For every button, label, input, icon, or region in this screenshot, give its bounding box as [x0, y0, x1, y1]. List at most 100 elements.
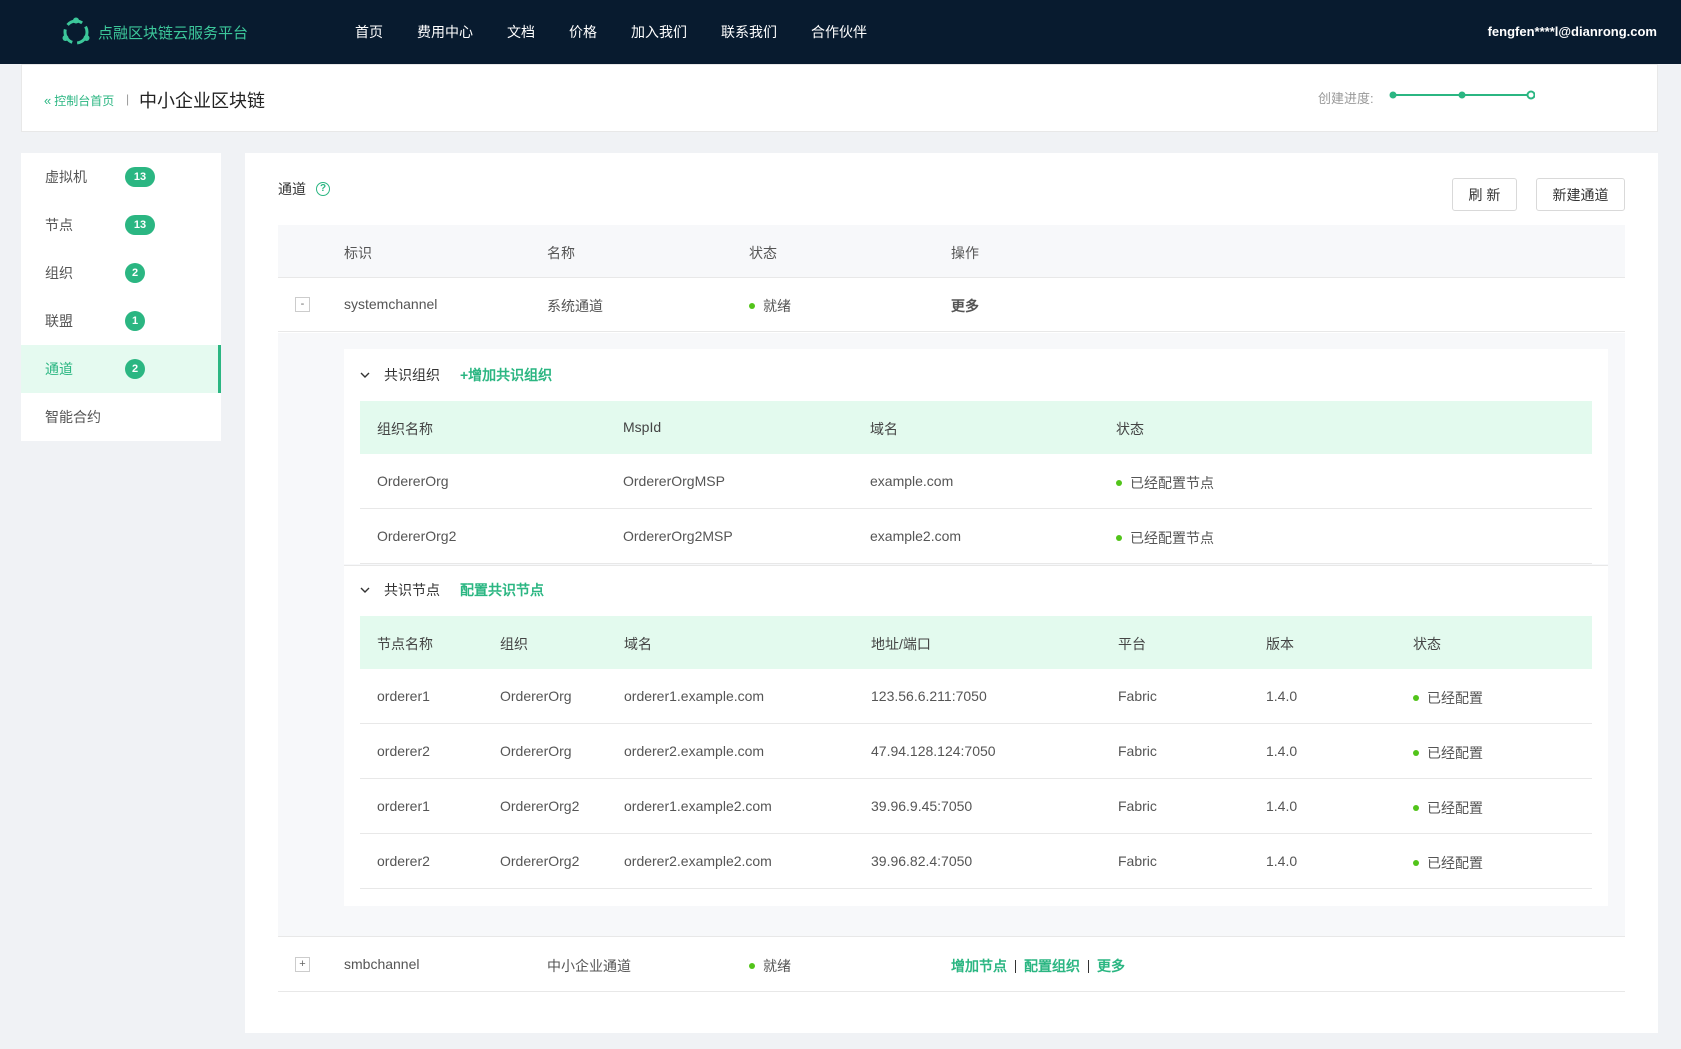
node-platform: Fabric	[1118, 743, 1157, 759]
channel-name: 中小企业通道	[547, 958, 631, 974]
refresh-button[interactable]: 刷 新	[1452, 178, 1517, 211]
consensus-orgs-table-header: 组织名称 MspId 域名 状态	[360, 401, 1592, 454]
status-dot-icon	[1413, 805, 1419, 812]
status-dot-icon	[1413, 750, 1419, 757]
status-dot-icon	[749, 963, 755, 970]
action-divider	[1015, 959, 1016, 973]
status-text: 已经配置	[1427, 745, 1483, 761]
user-account[interactable]: fengfen****l@dianrong.com	[1488, 24, 1657, 39]
org-msp-id: OrdererOrg2MSP	[623, 528, 733, 544]
sidebar-item-smart-contracts[interactable]: 智能合约	[21, 393, 221, 441]
nav-docs[interactable]: 文档	[507, 22, 535, 42]
node-org: OrdererOrg2	[500, 798, 580, 814]
column-header-id: 标识	[344, 245, 372, 261]
consensus-nodes-title: 共识节点 配置共识节点	[360, 580, 544, 600]
node-address: 47.94.128.124:7050	[871, 743, 996, 759]
channel-table-header: 标识 名称 状态 操作	[278, 225, 1625, 278]
section-title-text: 通道	[278, 181, 306, 197]
more-link[interactable]: 更多	[951, 296, 979, 316]
nav-join-us[interactable]: 加入我们	[631, 22, 687, 42]
configure-org-link[interactable]: 配置组织	[1024, 958, 1080, 974]
channels-panel: 通道 ? 刷 新 新建通道 标识 名称 状态 操作 - systemchanne…	[245, 153, 1658, 1033]
node-address: 39.96.9.45:7050	[871, 798, 973, 814]
expand-toggle[interactable]: +	[295, 957, 310, 972]
sidebar-item-orgs[interactable]: 组织 2	[21, 249, 221, 297]
configure-consensus-nodes-link[interactable]: 配置共识节点	[460, 580, 544, 600]
progress-step-1	[1389, 91, 1397, 99]
node-name: orderer1	[377, 688, 430, 704]
nav-billing[interactable]: 费用中心	[417, 22, 473, 42]
column-header-platform: 平台	[1118, 636, 1146, 652]
nav-contact[interactable]: 联系我们	[721, 22, 777, 42]
status-text: 已经配置	[1427, 690, 1483, 706]
more-link[interactable]: 更多	[1097, 958, 1125, 974]
sidebar-item-label: 节点	[45, 217, 73, 233]
org-domain: example2.com	[870, 528, 962, 544]
add-consensus-org-link[interactable]: +增加共识组织	[460, 365, 552, 385]
node-org: OrdererOrg	[500, 743, 572, 759]
table-row: orderer2 OrdererOrg orderer2.example.com…	[360, 724, 1592, 779]
channel-details: 共识组织 +增加共识组织 组织名称 MspId 域名 状态 OrdererOrg…	[278, 333, 1625, 937]
node-domain: orderer1.example2.com	[624, 798, 772, 814]
breadcrumb-home-label: 控制台首页	[54, 94, 115, 108]
main-nav: 首页 费用中心 文档 价格 加入我们 联系我们 合作伙伴	[355, 0, 901, 64]
chevron-down-icon[interactable]	[360, 585, 370, 595]
column-header-actions: 操作	[951, 245, 979, 261]
breadcrumb-separator: |	[126, 92, 130, 106]
brand-logo[interactable]: 点融区块链云服务平台	[60, 16, 248, 48]
table-row: orderer1 OrdererOrg orderer1.example.com…	[360, 669, 1592, 724]
node-domain: orderer1.example.com	[624, 688, 765, 704]
add-node-link[interactable]: 增加节点	[951, 958, 1007, 974]
sidebar-item-label: 虚拟机	[45, 169, 87, 185]
channel-id: smbchannel	[344, 956, 420, 972]
breadcrumb-back-link[interactable]: « 控制台首页	[44, 92, 114, 109]
node-status: 已经配置	[1413, 688, 1483, 708]
status-dot-icon	[1116, 535, 1122, 542]
node-status: 已经配置	[1413, 743, 1483, 763]
consensus-nodes-title-text: 共识节点	[384, 582, 440, 598]
question-circle-icon[interactable]: ?	[316, 182, 330, 196]
status-text: 已经配置节点	[1130, 530, 1214, 546]
node-platform: Fabric	[1118, 688, 1157, 704]
status-text: 已经配置	[1427, 855, 1483, 871]
consensus-orgs-title-text: 共识组织	[384, 367, 440, 383]
nav-pricing[interactable]: 价格	[569, 22, 597, 42]
nav-home[interactable]: 首页	[355, 22, 383, 42]
node-name: orderer2	[377, 853, 430, 869]
chevron-down-icon[interactable]	[360, 370, 370, 380]
sidebar-item-channels[interactable]: 通道 2	[21, 345, 221, 393]
collapse-toggle[interactable]: -	[295, 297, 310, 312]
sidebar-item-label: 通道	[45, 361, 73, 377]
column-header-msp-id: MspId	[623, 419, 662, 435]
sidebar-item-nodes[interactable]: 节点 13	[21, 201, 221, 249]
sidebar: 虚拟机 13 节点 13 组织 2 联盟 1 通道 2 智能合约	[21, 153, 221, 441]
row-actions: 增加节点 配置组织 更多	[951, 956, 1125, 976]
table-row: OrdererOrg OrdererOrgMSP example.com 已经配…	[360, 454, 1592, 509]
node-version: 1.4.0	[1266, 798, 1298, 814]
channel-status: 就绪	[749, 956, 791, 976]
create-channel-button[interactable]: 新建通道	[1536, 178, 1625, 211]
column-header-version: 版本	[1266, 636, 1294, 652]
count-badge: 1	[125, 311, 145, 331]
node-domain: orderer2.example2.com	[624, 853, 772, 869]
channel-name: 系统通道	[547, 298, 603, 314]
node-version: 1.4.0	[1266, 688, 1298, 704]
nav-partners[interactable]: 合作伙伴	[811, 22, 867, 42]
column-header-name: 名称	[547, 245, 575, 261]
channel-id: systemchannel	[344, 296, 438, 312]
org-msp-id: OrdererOrgMSP	[623, 473, 725, 489]
creation-progress-stepper	[1389, 90, 1535, 100]
action-divider	[1088, 959, 1089, 973]
count-badge: 13	[125, 215, 155, 235]
status-dot-icon	[1116, 480, 1122, 487]
section-title: 通道 ?	[278, 179, 330, 199]
sidebar-item-vms[interactable]: 虚拟机 13	[21, 153, 221, 201]
column-header-address: 地址/端口	[871, 636, 931, 652]
node-status: 已经配置	[1413, 853, 1483, 873]
count-badge: 2	[125, 263, 145, 283]
table-row: - systemchannel 系统通道 就绪 更多	[278, 278, 1625, 332]
sidebar-item-consortium[interactable]: 联盟 1	[21, 297, 221, 345]
table-row: + smbchannel 中小企业通道 就绪 增加节点 配置组织 更多	[278, 938, 1625, 992]
count-badge: 2	[125, 359, 145, 379]
progress-label: 创建进度:	[1318, 91, 1374, 106]
